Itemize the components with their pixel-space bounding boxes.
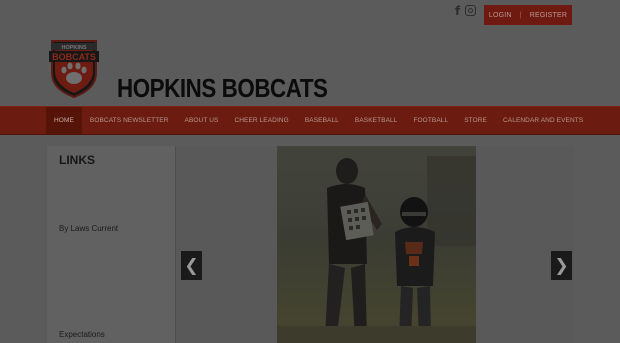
nav-item-baseball[interactable]: BASEBALL xyxy=(297,107,347,134)
nav-item-cheer-leading[interactable]: CHEER LEADING xyxy=(226,107,296,134)
slider-next-button[interactable]: ❯ xyxy=(551,251,572,280)
links-title: LINKS xyxy=(59,153,95,167)
register-link[interactable]: REGISTER xyxy=(530,12,567,19)
nav-item-about-us[interactable]: ABOUT US xyxy=(177,107,227,134)
login-link[interactable]: LOGIN xyxy=(489,12,512,19)
nav-item-home[interactable]: HOME xyxy=(46,107,82,134)
slider-prev-button[interactable]: ❮ xyxy=(181,251,202,280)
auth-box: LOGIN | REGISTER xyxy=(484,5,572,25)
main-nav: HOME BOBCATS NEWSLETTER ABOUT US CHEER L… xyxy=(0,106,620,135)
top-bar: f LOGIN | REGISTER xyxy=(0,0,620,30)
link-expectations[interactable]: Expectations xyxy=(59,330,105,339)
slider-photo xyxy=(277,146,476,343)
links-sidebar: LINKS By Laws Current Expectations xyxy=(47,146,176,343)
logo-main-text: BOBCATS xyxy=(52,52,96,62)
nav-item-basketball[interactable]: BASKETBALL xyxy=(347,107,406,134)
facebook-icon[interactable]: f xyxy=(455,4,460,18)
logo-top-text: HOPKINS xyxy=(61,45,86,51)
nav-item-store[interactable]: STORE xyxy=(456,107,495,134)
instagram-icon[interactable] xyxy=(465,5,477,16)
bobcats-logo[interactable]: HOPKINS BOBCATS xyxy=(46,35,102,99)
nav-item-calendar-and-events[interactable]: CALENDAR AND EVENTS xyxy=(495,107,591,134)
site-title[interactable]: HOPKINS BOBCATS xyxy=(117,73,328,104)
nav-item-football[interactable]: FOOTBALL xyxy=(405,107,456,134)
auth-separator: | xyxy=(519,11,522,19)
nav-item-bobcats-newsletter[interactable]: BOBCATS NEWSLETTER xyxy=(82,107,177,134)
link-bylaws[interactable]: By Laws Current xyxy=(59,224,118,233)
site-header: HOPKINS BOBCATS HOPKINS BOBCATS xyxy=(0,30,620,105)
social-links: f xyxy=(455,4,477,18)
